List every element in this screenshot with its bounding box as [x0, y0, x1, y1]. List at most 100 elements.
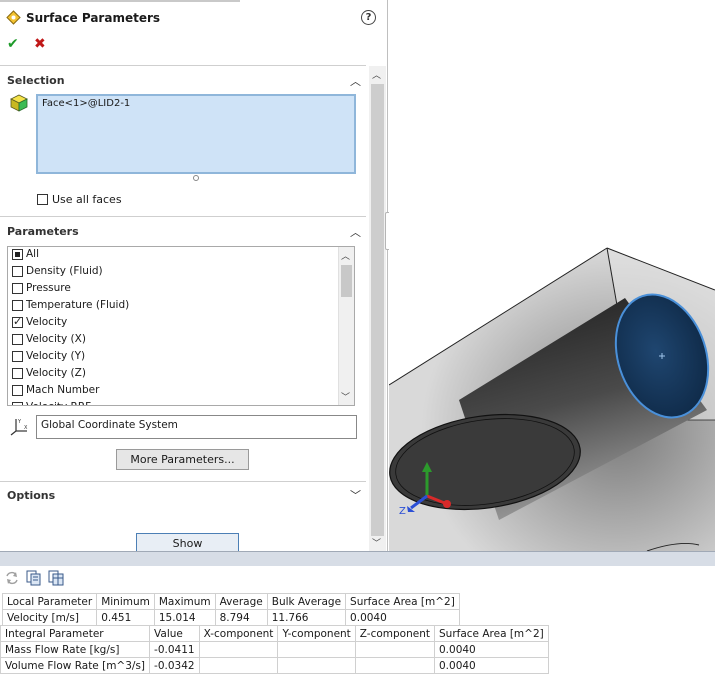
model-view[interactable]: Z: [389, 0, 715, 551]
coordinate-system-field[interactable]: Global Coordinate System: [36, 415, 357, 439]
expand-options-chevron-down-icon[interactable]: ﹀: [350, 487, 361, 503]
selected-faces-list[interactable]: Face<1>@LID2-1: [36, 94, 356, 174]
collapse-selection-chevron-up-icon[interactable]: ︿: [350, 73, 361, 89]
cancel-button[interactable]: ✖: [34, 36, 46, 52]
column-header: Y-component: [277, 625, 356, 642]
help-icon[interactable]: ?: [361, 10, 376, 25]
parameter-label: Pressure: [26, 282, 71, 294]
table-cell: 11.766: [266, 609, 347, 626]
show-button[interactable]: Show: [136, 533, 239, 551]
section-title-options: Options: [7, 489, 56, 502]
collapse-parameters-chevron-up-icon[interactable]: ︿: [350, 224, 361, 240]
table-cell: 15.014: [153, 609, 216, 626]
parameter-item[interactable]: Velocity (Y): [12, 350, 85, 367]
parameter-checkbox[interactable]: [12, 401, 23, 405]
parameter-checkbox[interactable]: [12, 350, 23, 362]
svg-text:Y: Y: [17, 419, 22, 425]
results-toolbar: [4, 569, 64, 587]
column-header: X-component: [198, 625, 279, 642]
parameter-list-scroll-thumb[interactable]: [341, 265, 352, 297]
parameter-item[interactable]: Mach Number: [12, 384, 99, 401]
results-header-bar: [0, 551, 715, 566]
parameter-list-scrollbar[interactable]: ︿ ﹀: [338, 247, 354, 405]
panel-title: Surface Parameters: [26, 10, 161, 25]
column-header: Surface Area [m^2]: [434, 625, 549, 642]
divider: [0, 216, 366, 217]
parameter-item[interactable]: Velocity (X): [12, 333, 86, 350]
table-cell: -0.0342: [149, 657, 200, 674]
table-cell: 8.794: [214, 609, 268, 626]
parameter-list[interactable]: All Density (Fluid) Pressure Temperature (F…: [7, 246, 355, 406]
divider: [0, 481, 366, 482]
parameter-label: Velocity (Y): [26, 350, 86, 362]
column-header: Average: [214, 593, 268, 610]
table-header-row: Local Parameter Minimum Maximum Average Bulk…: [1, 593, 460, 610]
parameter-label: Density (Fluid): [26, 265, 103, 277]
table-cell: -0.0411: [149, 641, 200, 658]
graphics-viewport[interactable]: Z: [389, 0, 715, 551]
ok-button[interactable]: ✔: [7, 36, 19, 52]
scroll-down-arrow-icon[interactable]: ﹀: [341, 390, 350, 403]
parameter-label: Velocity (Z): [26, 367, 86, 379]
parameter-item[interactable]: Pressure: [12, 282, 71, 299]
scroll-down-arrow-icon[interactable]: ﹀: [372, 536, 381, 549]
parameter-label: Velocity: [26, 316, 68, 328]
export-table-icon[interactable]: [48, 570, 64, 586]
parameter-checkbox[interactable]: [12, 333, 23, 345]
resize-grip[interactable]: [193, 175, 199, 181]
parameter-item[interactable]: Velocity (Z): [12, 367, 86, 384]
table-cell: [277, 641, 356, 658]
table-header-row: Integral Parameter Value X-component Y-comp…: [0, 625, 549, 642]
more-parameters-button[interactable]: More Parameters...: [116, 449, 249, 470]
parameter-checkbox[interactable]: [12, 384, 23, 396]
triad-z-label: Z: [399, 506, 406, 517]
column-header: Local Parameter: [1, 593, 98, 610]
parameter-checkbox[interactable]: [12, 299, 23, 311]
panel-scroll-thumb[interactable]: [371, 84, 384, 536]
parameter-item[interactable]: Temperature (Fluid): [12, 299, 129, 316]
selected-face-item[interactable]: Face<1>@LID2-1: [42, 98, 130, 109]
column-header: Maximum: [153, 593, 216, 610]
table-cell: [354, 657, 436, 674]
table-row[interactable]: Velocity [m/s] 0.451 15.014 8.794 11.766 0.00…: [1, 609, 460, 626]
use-all-faces-label: Use all faces: [52, 192, 122, 206]
parameter-label: Velocity RRF: [26, 401, 91, 405]
scroll-up-arrow-icon[interactable]: ︿: [372, 68, 381, 81]
integral-parameter-table: Integral Parameter Value X-component Y-comp…: [0, 625, 549, 674]
parameter-label: Temperature (Fluid): [26, 299, 130, 311]
table-cell: 0.0040: [345, 609, 460, 626]
parameter-label: All: [26, 248, 40, 260]
scroll-up-arrow-icon[interactable]: ︿: [341, 249, 350, 262]
parameter-item[interactable]: All: [12, 248, 39, 265]
parameter-item[interactable]: Density (Fluid): [12, 265, 103, 282]
property-manager-panel: Surface Parameters ? ✔ ✖ Selection ︿ Fac…: [0, 0, 388, 551]
parameter-checkbox[interactable]: [12, 248, 23, 260]
panel-top-strip: [0, 0, 240, 2]
parameter-item[interactable]: Velocity RRF: [12, 401, 91, 405]
table-cell: [198, 657, 279, 674]
table-row[interactable]: Volume Flow Rate [m^3/s] -0.0342 0.0040: [0, 657, 549, 674]
parameter-checkbox[interactable]: [12, 265, 23, 277]
column-header: Z-component: [354, 625, 436, 642]
table-cell: 0.0040: [434, 657, 549, 674]
copy-icon[interactable]: [26, 570, 42, 586]
table-cell: [277, 657, 356, 674]
svg-text:X: X: [24, 425, 28, 431]
section-title-selection: Selection: [7, 74, 65, 87]
column-header: Integral Parameter: [0, 625, 151, 642]
table-cell: [354, 641, 436, 658]
parameter-checkbox[interactable]: [12, 315, 23, 328]
parameter-item[interactable]: Velocity: [12, 315, 68, 333]
use-all-faces-checkbox[interactable]: [37, 193, 48, 205]
panel-scrollbar[interactable]: ︿ ﹀: [369, 66, 386, 551]
surface-parameters-icon: [6, 10, 21, 25]
use-all-faces-option[interactable]: Use all faces: [37, 192, 122, 206]
column-header: Value: [149, 625, 200, 642]
parameter-checkbox[interactable]: [12, 282, 23, 294]
refresh-icon[interactable]: [4, 570, 20, 586]
panel-header: Surface Parameters: [6, 10, 160, 25]
table-row[interactable]: Mass Flow Rate [kg/s] -0.0411 0.0040: [0, 641, 549, 658]
coordinate-system-icon: Y X: [10, 419, 28, 436]
column-header: Bulk Average: [266, 593, 347, 610]
parameter-checkbox[interactable]: [12, 367, 23, 379]
